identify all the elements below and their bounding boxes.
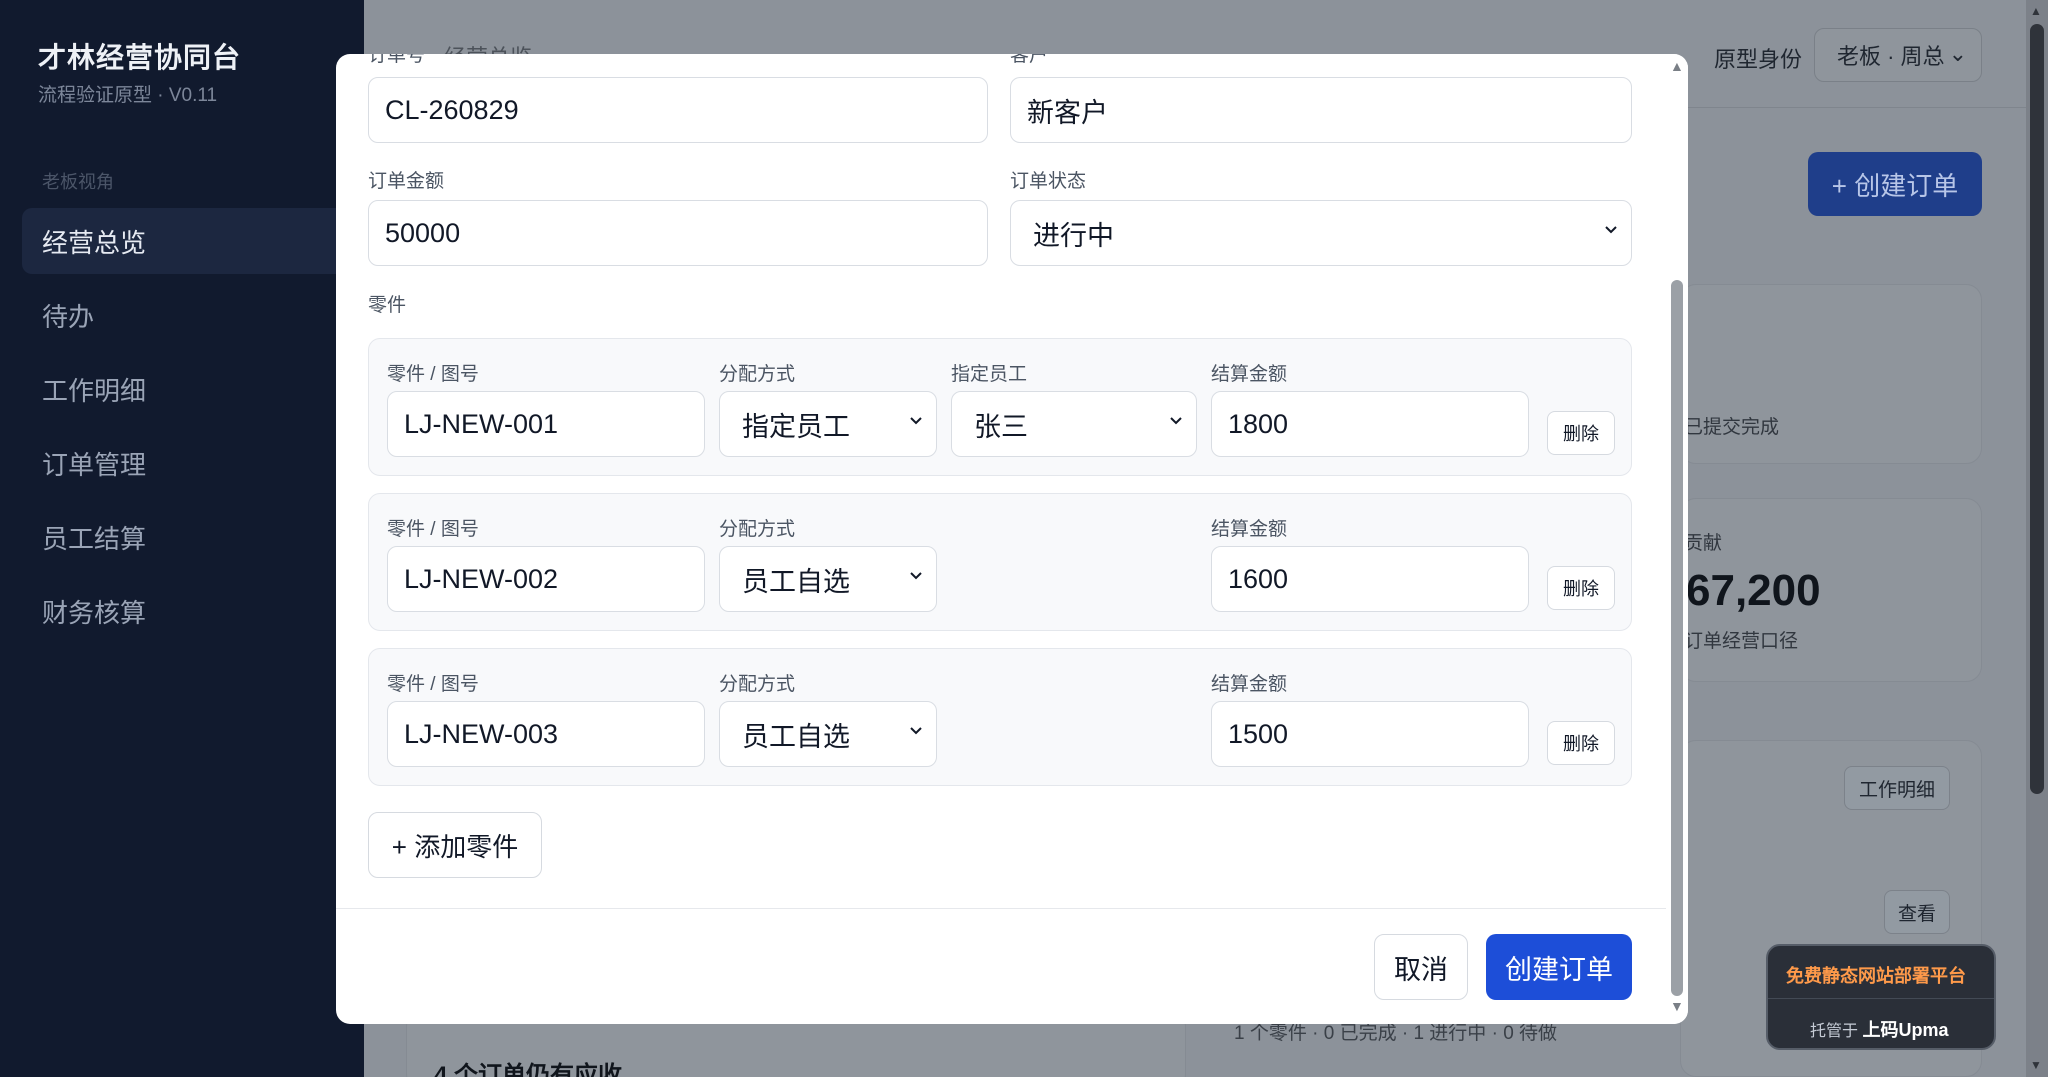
scroll-down-arrow-icon[interactable]: ▼: [1670, 998, 1684, 1014]
role-label: 原型身份: [1714, 47, 1803, 72]
order-no-input[interactable]: CL-260829: [368, 77, 988, 143]
create-order-button-bg[interactable]: + 创建订单: [1808, 152, 1982, 216]
sidebar-item-finance[interactable]: 财务核算: [22, 578, 364, 644]
settlement-amount-label: 结算金额: [1211, 519, 1288, 540]
part-row: 零件 / 图号 LJ-NEW-002 分配方式 员工自选 结算金额 1600 删…: [368, 493, 1632, 631]
order-amount-label: 订单金额: [368, 171, 445, 192]
card-label: 贡献: [1684, 533, 1723, 554]
create-order-button[interactable]: 创建订单: [1486, 934, 1632, 1000]
part-no-input[interactable]: LJ-NEW-001: [387, 391, 705, 457]
chevron-down-icon: ⌄: [1948, 41, 1967, 66]
part-no-label: 零件 / 图号: [387, 519, 479, 540]
assign-mode-value: 员工自选: [742, 566, 850, 597]
delete-part-button[interactable]: 删除: [1547, 721, 1615, 765]
assign-mode-label: 分配方式: [719, 364, 796, 385]
sidebar-item-overview[interactable]: 经营总览: [22, 208, 364, 274]
sidebar: 才林经营协同台 流程验证原型 · V0.11 老板视角 经营总览 待办 工作明细…: [0, 0, 364, 1077]
add-part-button[interactable]: + 添加零件: [368, 812, 542, 878]
cancel-button[interactable]: 取消: [1374, 934, 1468, 1000]
part-no-label: 零件 / 图号: [387, 674, 479, 695]
assign-mode-select[interactable]: 员工自选: [719, 701, 937, 767]
settlement-amount-input[interactable]: 1600: [1211, 546, 1529, 612]
settlement-amount-input[interactable]: 1800: [1211, 391, 1529, 457]
order-no-label: 订单号: [368, 54, 426, 66]
order-status-select[interactable]: 进行中: [1010, 200, 1632, 266]
employee-label: 指定员工: [951, 364, 1028, 385]
sidebar-item-orders[interactable]: 订单管理: [22, 430, 364, 496]
receivable-title: 4 个订单仍有应收: [434, 1062, 623, 1077]
customer-input[interactable]: 新客户: [1010, 77, 1632, 143]
assign-mode-label: 分配方式: [719, 674, 796, 695]
page-scrollbar[interactable]: ▲ ▼: [2026, 0, 2048, 1077]
scroll-down-arrow-icon[interactable]: ▼: [2030, 1058, 2042, 1072]
part-row: 零件 / 图号 LJ-NEW-003 分配方式 员工自选 结算金额 1500 删…: [368, 648, 1632, 786]
promo-hosted: 托管于 上码Upma: [1810, 1016, 1948, 1042]
work-detail-button[interactable]: 工作明细: [1844, 766, 1950, 810]
sidebar-section-label: 老板视角: [42, 172, 114, 192]
sidebar-item-settlement[interactable]: 员工结算: [22, 504, 364, 570]
part-row: 零件 / 图号 LJ-NEW-001 分配方式 指定员工 指定员工 张三 结算金…: [368, 338, 1632, 476]
sidebar-item-todo[interactable]: 待办: [22, 282, 364, 348]
promo-divider: [1768, 998, 1994, 999]
chevron-down-icon: [910, 727, 922, 735]
promo-widget[interactable]: 免费静态网站部署平台 托管于 上码Upma: [1766, 944, 1996, 1050]
promo-brand: 上码Upma: [1862, 1020, 1949, 1040]
modal-footer-divider: [336, 908, 1666, 909]
order-amount-input[interactable]: 50000: [368, 200, 988, 266]
create-order-modal: 订单号 CL-260829 客户 新客户 订单金额 50000 订单状态 进行中…: [336, 54, 1688, 1024]
card-value: 67,200: [1686, 566, 1821, 615]
app-version: 流程验证原型 · V0.11: [38, 85, 218, 106]
settlement-amount-label: 结算金额: [1211, 364, 1288, 385]
scroll-up-arrow-icon[interactable]: ▲: [1670, 58, 1684, 74]
assign-mode-value: 指定员工: [742, 411, 850, 442]
role-select[interactable]: 老板 · 周总 ⌄: [1814, 28, 1982, 82]
employee-select[interactable]: 张三: [951, 391, 1197, 457]
scroll-up-arrow-icon[interactable]: ▲: [2030, 4, 2042, 18]
chevron-down-icon: [910, 572, 922, 580]
delete-part-button[interactable]: 删除: [1547, 566, 1615, 610]
settlement-amount-label: 结算金额: [1211, 674, 1288, 695]
settlement-amount-input[interactable]: 1500: [1211, 701, 1529, 767]
modal-scrollbar[interactable]: ▲ ▼: [1666, 54, 1688, 1024]
card-caption: 订单经营口径: [1684, 631, 1799, 652]
sidebar-item-work-detail[interactable]: 工作明细: [22, 356, 364, 422]
order-status-label: 订单状态: [1010, 171, 1087, 192]
part-no-input[interactable]: LJ-NEW-003: [387, 701, 705, 767]
part-no-label: 零件 / 图号: [387, 364, 479, 385]
customer-label: 客户: [1010, 54, 1049, 66]
order-status-value: 进行中: [1033, 220, 1114, 251]
promo-title: 免费静态网站部署平台: [1786, 966, 1966, 986]
role-select-value: 老板 · 周总: [1837, 44, 1945, 69]
delete-part-button[interactable]: 删除: [1547, 411, 1615, 455]
view-button[interactable]: 查看: [1884, 890, 1950, 934]
modal-scrollbar-thumb[interactable]: [1671, 280, 1683, 996]
promo-hosted-prefix: 托管于: [1810, 1023, 1859, 1040]
app-title: 才林经营协同台: [38, 42, 242, 73]
page-scrollbar-thumb[interactable]: [2030, 24, 2044, 794]
employee-value: 张三: [974, 411, 1028, 442]
assign-mode-label: 分配方式: [719, 519, 796, 540]
chevron-down-icon: [1605, 226, 1617, 234]
assign-mode-value: 员工自选: [742, 721, 850, 752]
parts-label: 零件: [368, 295, 407, 316]
part-no-input[interactable]: LJ-NEW-002: [387, 546, 705, 612]
card-caption: 已提交完成: [1684, 417, 1780, 438]
sidebar-nav: 经营总览 待办 工作明细 订单管理 员工结算 财务核算: [22, 208, 364, 652]
chevron-down-icon: [910, 417, 922, 425]
assign-mode-select[interactable]: 员工自选: [719, 546, 937, 612]
assign-mode-select[interactable]: 指定员工: [719, 391, 937, 457]
chevron-down-icon: [1170, 417, 1182, 425]
